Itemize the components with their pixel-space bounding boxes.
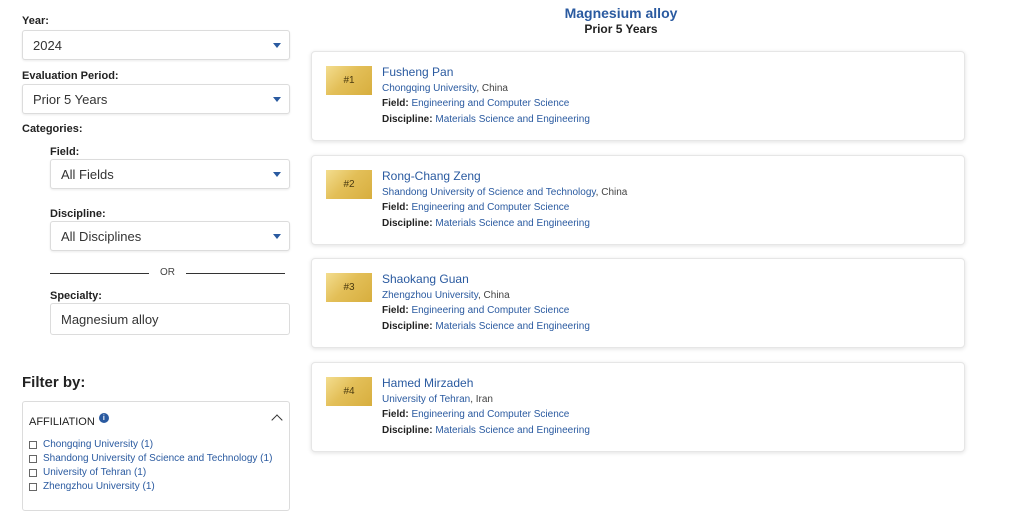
affiliation-option[interactable]: Shandong University of Science and Techn… <box>29 453 272 464</box>
field-key: Field: <box>382 409 409 420</box>
affiliation-option-label: University of Tehran (1) <box>43 467 147 478</box>
affiliation-line: Zhengzhou University, China <box>382 290 510 301</box>
discipline-key: Discipline: <box>382 425 433 436</box>
chevron-down-icon <box>273 234 281 239</box>
result-card: #2 Rong-Chang Zeng Shandong University o… <box>311 155 965 245</box>
field-link[interactable]: Engineering and Computer Science <box>411 202 569 213</box>
field-select[interactable]: All Fields <box>50 159 290 189</box>
divider-right <box>186 273 285 274</box>
divider-left <box>50 273 149 274</box>
researcher-name-link[interactable]: Shaokang Guan <box>382 272 469 286</box>
field-line: Field: Engineering and Computer Science <box>382 305 569 316</box>
filter-title: Filter by: <box>22 374 86 391</box>
chevron-down-icon <box>273 172 281 177</box>
checkbox[interactable] <box>29 440 37 449</box>
period-value: Prior 5 Years <box>33 91 108 107</box>
field-line: Field: Engineering and Computer Science <box>382 202 569 213</box>
institution-link[interactable]: University of Tehran <box>382 394 470 405</box>
page-subtitle: Prior 5 Years <box>584 22 658 36</box>
institution-link[interactable]: Chongqing University <box>382 83 476 94</box>
country: , China <box>477 290 510 301</box>
field-key: Field: <box>382 98 409 109</box>
discipline-label: Discipline: <box>50 208 106 220</box>
field-value: All Fields <box>61 166 114 182</box>
info-icon[interactable]: i <box>98 413 109 423</box>
affiliation-option[interactable]: Zhengzhou University (1) <box>29 481 155 492</box>
affiliation-line: University of Tehran, Iran <box>382 394 493 405</box>
page-title: Magnesium alloy <box>564 5 678 21</box>
discipline-line: Discipline: Materials Science and Engine… <box>382 425 590 436</box>
chevron-down-icon <box>273 97 281 102</box>
year-value: 2024 <box>33 37 62 53</box>
or-separator: OR <box>160 267 175 278</box>
field-link[interactable]: Engineering and Computer Science <box>411 409 569 420</box>
affiliation-option-label: Chongqing University (1) <box>43 439 154 450</box>
categories-label: Categories: <box>22 123 83 135</box>
affiliation-option[interactable]: University of Tehran (1) <box>29 467 146 478</box>
field-link[interactable]: Engineering and Computer Science <box>411 305 569 316</box>
result-card: #3 Shaokang Guan Zhengzhou University, C… <box>311 258 965 348</box>
field-key: Field: <box>382 305 409 316</box>
checkbox[interactable] <box>29 468 37 477</box>
country: , China <box>595 187 628 198</box>
affiliation-filter-panel: AFFILIATION i Chongqing University (1) S… <box>22 401 290 511</box>
country: , China <box>476 83 508 94</box>
affiliation-option[interactable]: Chongqing University (1) <box>29 439 153 450</box>
period-select[interactable]: Prior 5 Years <box>22 84 290 114</box>
affiliation-option-label: Zhengzhou University (1) <box>43 481 155 492</box>
result-card: #4 Hamed Mirzadeh University of Tehran, … <box>311 362 965 452</box>
discipline-link[interactable]: Materials Science and Engineering <box>435 114 590 125</box>
field-link[interactable]: Engineering and Computer Science <box>411 98 569 109</box>
field-line: Field: Engineering and Computer Science <box>382 409 569 420</box>
specialty-input[interactable]: Magnesium alloy <box>50 303 290 335</box>
year-label: Year: <box>22 15 49 27</box>
period-label: Evaluation Period: <box>22 70 119 82</box>
discipline-link[interactable]: Materials Science and Engineering <box>435 425 590 436</box>
discipline-key: Discipline: <box>382 114 433 125</box>
affiliation-line: Chongqing University, China <box>382 83 508 94</box>
researcher-name-link[interactable]: Fusheng Pan <box>382 65 453 79</box>
affiliation-line: Shandong University of Science and Techn… <box>382 187 627 198</box>
discipline-line: Discipline: Materials Science and Engine… <box>382 218 590 229</box>
field-key: Field: <box>382 202 409 213</box>
discipline-key: Discipline: <box>382 321 433 332</box>
year-select[interactable]: 2024 <box>22 30 290 60</box>
rank-badge: #3 <box>326 273 372 302</box>
country: , Iran <box>470 394 493 405</box>
result-card: #1 Fusheng Pan Chongqing University, Chi… <box>311 51 965 141</box>
institution-link[interactable]: Shandong University of Science and Techn… <box>382 187 596 198</box>
discipline-link[interactable]: Materials Science and Engineering <box>435 321 590 332</box>
specialty-value: Magnesium alloy <box>61 311 159 327</box>
discipline-line: Discipline: Materials Science and Engine… <box>382 321 590 332</box>
researcher-name-link[interactable]: Hamed Mirzadeh <box>382 376 473 390</box>
checkbox[interactable] <box>29 454 37 463</box>
checkbox[interactable] <box>29 482 37 491</box>
affiliation-title: AFFILIATION <box>29 416 95 428</box>
field-label: Field: <box>50 146 80 158</box>
specialty-label: Specialty: <box>50 290 102 302</box>
discipline-select[interactable]: All Disciplines <box>50 221 290 251</box>
researcher-name-link[interactable]: Rong-Chang Zeng <box>382 169 481 183</box>
affiliation-option-label: Shandong University of Science and Techn… <box>43 453 273 464</box>
discipline-key: Discipline: <box>382 218 433 229</box>
chevron-up-icon[interactable] <box>271 414 283 426</box>
discipline-value: All Disciplines <box>61 228 142 244</box>
discipline-link[interactable]: Materials Science and Engineering <box>435 218 590 229</box>
chevron-down-icon <box>273 43 281 48</box>
discipline-line: Discipline: Materials Science and Engine… <box>382 114 590 125</box>
rank-badge: #1 <box>326 66 372 95</box>
rank-badge: #2 <box>326 170 372 199</box>
affiliation-header: AFFILIATION i <box>29 413 109 428</box>
field-line: Field: Engineering and Computer Science <box>382 98 569 109</box>
rank-badge: #4 <box>326 377 372 406</box>
institution-link[interactable]: Zhengzhou University <box>382 290 478 301</box>
